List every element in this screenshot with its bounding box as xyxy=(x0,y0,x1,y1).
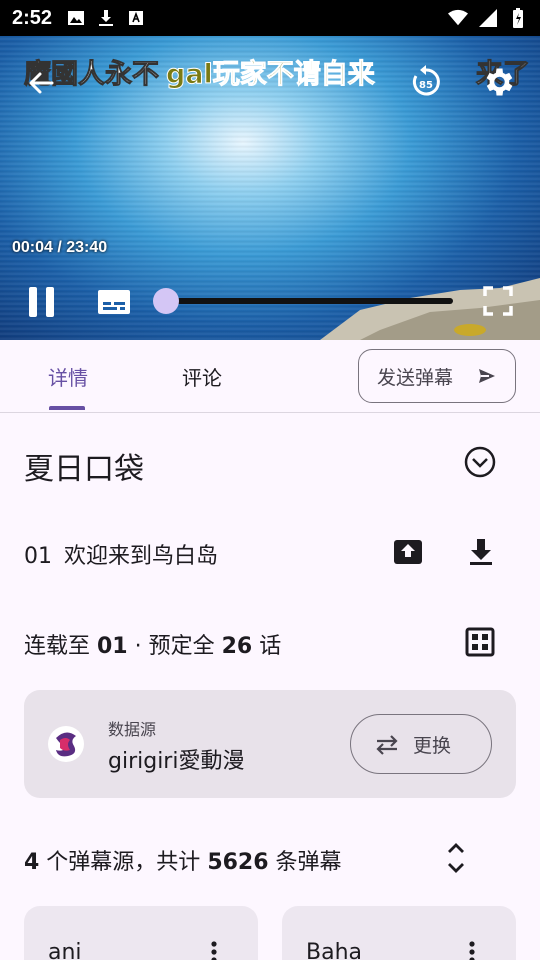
battery-icon xyxy=(508,8,528,28)
episode-grid-icon[interactable] xyxy=(464,626,496,658)
danmaku-source-name: Baha xyxy=(306,940,362,960)
image-icon xyxy=(66,8,86,28)
download-status-icon xyxy=(96,8,116,28)
status-time: 2:52 xyxy=(12,6,53,29)
gear-icon[interactable] xyxy=(480,64,516,100)
tab-details[interactable]: 详情 xyxy=(48,362,88,391)
pause-icon[interactable] xyxy=(24,284,60,320)
anime-title: 夏日口袋 xyxy=(24,452,144,487)
fullscreen-icon[interactable] xyxy=(482,285,514,317)
airing-status: 连载至 01 · 预定全 26 话 xyxy=(24,628,281,660)
back-arrow-icon[interactable] xyxy=(24,66,58,100)
more-vert-icon[interactable] xyxy=(210,940,218,960)
danmaku-summary-text: 条弹幕 xyxy=(268,850,342,875)
change-source-label: 更换 xyxy=(413,734,452,757)
chevron-down-circle-icon[interactable] xyxy=(463,445,497,479)
tab-bar: 详情 评论 发送弹幕 xyxy=(0,340,540,413)
playback-time: 00:04 / 23:40 xyxy=(12,239,108,256)
danmaku-total-count: 5626 xyxy=(207,850,269,875)
media-source-card: 数据源 girigiri愛動漫 更换 xyxy=(24,690,516,798)
tab-indicator xyxy=(49,406,85,410)
source-label: 数据源 xyxy=(108,720,157,739)
send-danmaku-label: 发送弹幕 xyxy=(377,366,454,389)
danmaku-source-card[interactable]: ani xyxy=(24,906,258,960)
status-current-episode: 01 xyxy=(97,634,128,659)
unfold-icon[interactable] xyxy=(444,840,468,876)
share-icon[interactable] xyxy=(392,536,424,568)
status-mid: · 预定全 xyxy=(127,634,222,659)
video-player[interactable]: 魔國人永不 gal玩家不请自来 来了 85 00:04 / 23:40 xyxy=(0,36,540,340)
status-total-episodes: 26 xyxy=(221,634,253,659)
danmaku-source-name: ani xyxy=(48,940,82,960)
danmaku-summary: 4 个弹幕源，共计 5626 条弹幕 xyxy=(24,844,342,876)
status-prefix: 连载至 xyxy=(24,634,97,659)
source-name: girigiri愛動漫 xyxy=(108,749,245,774)
tab-comments[interactable]: 评论 xyxy=(182,362,222,391)
download-icon[interactable] xyxy=(465,536,497,568)
font-status-icon xyxy=(126,8,146,28)
status-bar: 2:52 xyxy=(0,0,540,36)
send-danmaku-button[interactable]: 发送弹幕 xyxy=(358,349,516,403)
source-logo-icon xyxy=(48,726,84,762)
wifi-icon xyxy=(448,8,468,28)
episode-title: 欢迎来到鸟白岛 xyxy=(64,544,219,569)
danmaku-source-card[interactable]: Baha xyxy=(282,906,516,960)
rewind-seconds: 85 xyxy=(419,80,433,91)
send-icon xyxy=(477,366,497,386)
swap-icon xyxy=(375,734,399,756)
signal-icon xyxy=(478,8,498,28)
episode-number: 01 xyxy=(24,544,52,569)
danmaku-summary-text: 个弹幕源，共计 xyxy=(39,850,208,875)
seek-bar[interactable] xyxy=(166,298,453,304)
danmaku-toggle-icon[interactable] xyxy=(96,286,132,318)
danmaku-comment: gal玩家不请自来 xyxy=(166,59,376,91)
rewind-85-icon[interactable]: 85 xyxy=(408,64,444,100)
episode-row[interactable]: 01 欢迎来到鸟白岛 xyxy=(24,538,218,570)
change-source-button[interactable]: 更换 xyxy=(350,714,492,774)
status-suffix: 话 xyxy=(252,634,282,659)
seek-thumb[interactable] xyxy=(153,288,179,314)
danmaku-source-count: 4 xyxy=(24,850,40,875)
more-vert-icon[interactable] xyxy=(468,940,476,960)
